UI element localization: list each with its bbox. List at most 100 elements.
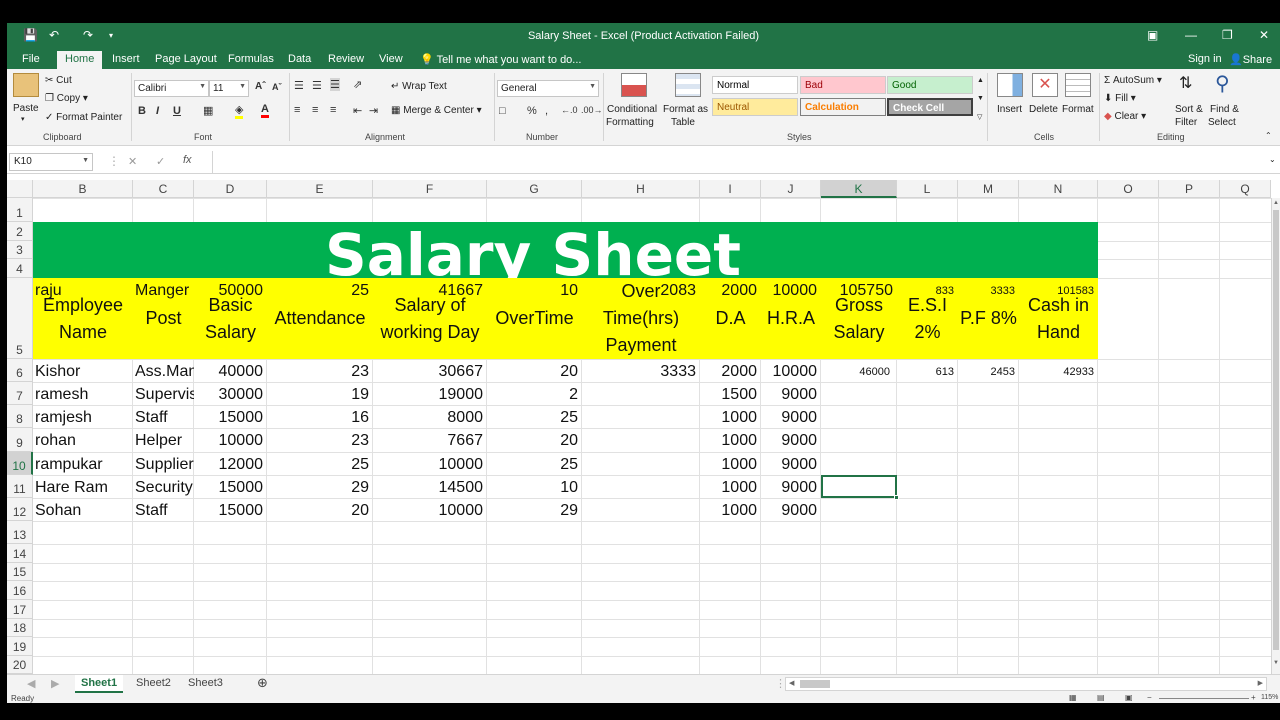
- cell-e7[interactable]: 19: [267, 383, 372, 406]
- italic-icon[interactable]: I: [156, 105, 159, 117]
- cell-b6[interactable]: Kishor: [35, 360, 133, 383]
- scroll-left-icon[interactable]: ◀: [789, 679, 794, 687]
- cell-l12[interactable]: [897, 499, 957, 522]
- expand-formula-bar-icon[interactable]: ⌄: [1269, 155, 1276, 164]
- next-sheet-icon[interactable]: ▶: [45, 675, 65, 693]
- row-header-19[interactable]: 19: [7, 637, 33, 656]
- cell-g8[interactable]: 25: [487, 406, 581, 429]
- cell-k9[interactable]: [821, 429, 896, 452]
- tab-insert[interactable]: Insert: [112, 53, 140, 65]
- cell-e10[interactable]: 25: [267, 453, 372, 476]
- cell-l9[interactable]: [897, 429, 957, 452]
- cell-style-good[interactable]: Good: [887, 76, 973, 94]
- cell-n9[interactable]: [1019, 429, 1097, 452]
- cell-h6[interactable]: 3333: [582, 360, 699, 383]
- font-color-icon[interactable]: A: [261, 103, 269, 118]
- cell-j8[interactable]: 9000: [761, 406, 820, 429]
- cell-h9[interactable]: [582, 429, 699, 452]
- cell-e12[interactable]: 20: [267, 499, 372, 522]
- comma-style-icon[interactable]: ,: [545, 105, 548, 117]
- tell-me-box[interactable]: 💡 Tell me what you want to do...: [420, 53, 581, 66]
- borders-icon[interactable]: ▦: [203, 104, 213, 117]
- cell-b7[interactable]: ramesh: [35, 383, 133, 406]
- cell-l8[interactable]: [897, 406, 957, 429]
- cell-d12[interactable]: 15000: [194, 499, 266, 522]
- fill-handle[interactable]: [894, 495, 899, 500]
- cell-k12[interactable]: [821, 499, 896, 522]
- new-sheet-icon[interactable]: ⊕: [251, 675, 274, 693]
- wrap-text-button[interactable]: ↵ Wrap Text: [391, 81, 447, 92]
- cell-l5[interactable]: 833: [897, 279, 957, 302]
- cell-d6[interactable]: 40000: [194, 360, 266, 383]
- cell-style-neutral[interactable]: Neutral: [712, 98, 798, 116]
- column-header-i[interactable]: I: [700, 180, 761, 198]
- decrease-decimal-icon[interactable]: .00→: [581, 105, 603, 115]
- horizontal-scrollbar[interactable]: ◀ ▶: [785, 677, 1267, 691]
- column-header-n[interactable]: N: [1019, 180, 1098, 198]
- row-header-17[interactable]: 17: [7, 600, 33, 619]
- cell-n10[interactable]: [1019, 453, 1097, 476]
- column-header-l[interactable]: L: [897, 180, 958, 198]
- sheet-tab-2[interactable]: Sheet2: [130, 675, 177, 693]
- clear-button[interactable]: ◆ Clear ▾: [1104, 111, 1146, 122]
- cell-c12[interactable]: Staff: [135, 499, 194, 522]
- cell-e11[interactable]: 29: [267, 476, 372, 499]
- active-cell-selection[interactable]: [821, 475, 899, 500]
- cell-i9[interactable]: 1000: [700, 429, 760, 452]
- cell-k5[interactable]: 105750: [821, 279, 896, 302]
- scroll-right-icon[interactable]: ▶: [1258, 679, 1263, 687]
- row-header-7[interactable]: 7: [7, 382, 33, 405]
- column-header-c[interactable]: C: [133, 180, 194, 198]
- hscroll-thumb[interactable]: [800, 680, 830, 688]
- bold-icon[interactable]: B: [138, 105, 146, 117]
- normal-view-icon[interactable]: ▦: [1069, 693, 1077, 702]
- cell-b5[interactable]: raju: [35, 279, 133, 302]
- cell-n6[interactable]: 42933: [1019, 360, 1097, 383]
- cell-l7[interactable]: [897, 383, 957, 406]
- cell-b10[interactable]: rampukar: [35, 453, 133, 476]
- column-header-p[interactable]: P: [1159, 180, 1220, 198]
- cell-d8[interactable]: 15000: [194, 406, 266, 429]
- cell-i11[interactable]: 1000: [700, 476, 760, 499]
- cell-n5[interactable]: 101583: [1019, 279, 1097, 302]
- row-header-18[interactable]: 18: [7, 619, 33, 637]
- cell-d7[interactable]: 30000: [194, 383, 266, 406]
- column-header-h[interactable]: H: [582, 180, 700, 198]
- underline-icon[interactable]: U: [173, 105, 181, 117]
- maximize-icon[interactable]: ❐: [1222, 28, 1233, 42]
- zoom-slider[interactable]: [1159, 698, 1249, 699]
- cut-button[interactable]: ✂ Cut: [45, 75, 72, 86]
- cell-f12[interactable]: 10000: [373, 499, 486, 522]
- cell-n8[interactable]: [1019, 406, 1097, 429]
- row-header-4[interactable]: 4: [7, 259, 33, 278]
- cell-style-bad[interactable]: Bad: [800, 76, 886, 94]
- cell-e5[interactable]: 25: [267, 279, 372, 302]
- cell-k10[interactable]: [821, 453, 896, 476]
- row-header-11[interactable]: 11: [7, 475, 33, 498]
- styles-scroll-up-icon[interactable]: ▲: [977, 77, 984, 84]
- row-header-2[interactable]: 2: [7, 222, 33, 241]
- cell-m8[interactable]: [958, 406, 1018, 429]
- tab-home[interactable]: Home: [57, 51, 103, 69]
- prev-sheet-icon[interactable]: ◀: [21, 675, 41, 693]
- cell-g11[interactable]: 10: [487, 476, 581, 499]
- row-header-6[interactable]: 6: [7, 359, 33, 382]
- orientation-icon[interactable]: ⇗: [353, 78, 362, 91]
- cell-m10[interactable]: [958, 453, 1018, 476]
- tab-data[interactable]: Data: [288, 53, 311, 65]
- cell-d10[interactable]: 12000: [194, 453, 266, 476]
- tab-formulas[interactable]: Formulas: [228, 53, 274, 65]
- align-right-icon[interactable]: ≡: [330, 104, 336, 116]
- cell-j12[interactable]: 9000: [761, 499, 820, 522]
- cell-i6[interactable]: 2000: [700, 360, 760, 383]
- shrink-font-icon[interactable]: Aˇ: [272, 82, 282, 92]
- column-header-f[interactable]: F: [373, 180, 487, 198]
- cell-c10[interactable]: Supplier: [135, 453, 194, 476]
- column-header-q[interactable]: Q: [1220, 180, 1271, 198]
- fill-button[interactable]: ⬇ Fill ▾: [1104, 93, 1136, 104]
- cell-j11[interactable]: 9000: [761, 476, 820, 499]
- align-bottom-icon[interactable]: ☰: [330, 78, 340, 91]
- merge-center-button[interactable]: ▦ Merge & Center ▾: [391, 105, 482, 116]
- cell-h5[interactable]: 2083: [582, 279, 699, 302]
- number-format-select[interactable]: General ▼: [497, 80, 599, 97]
